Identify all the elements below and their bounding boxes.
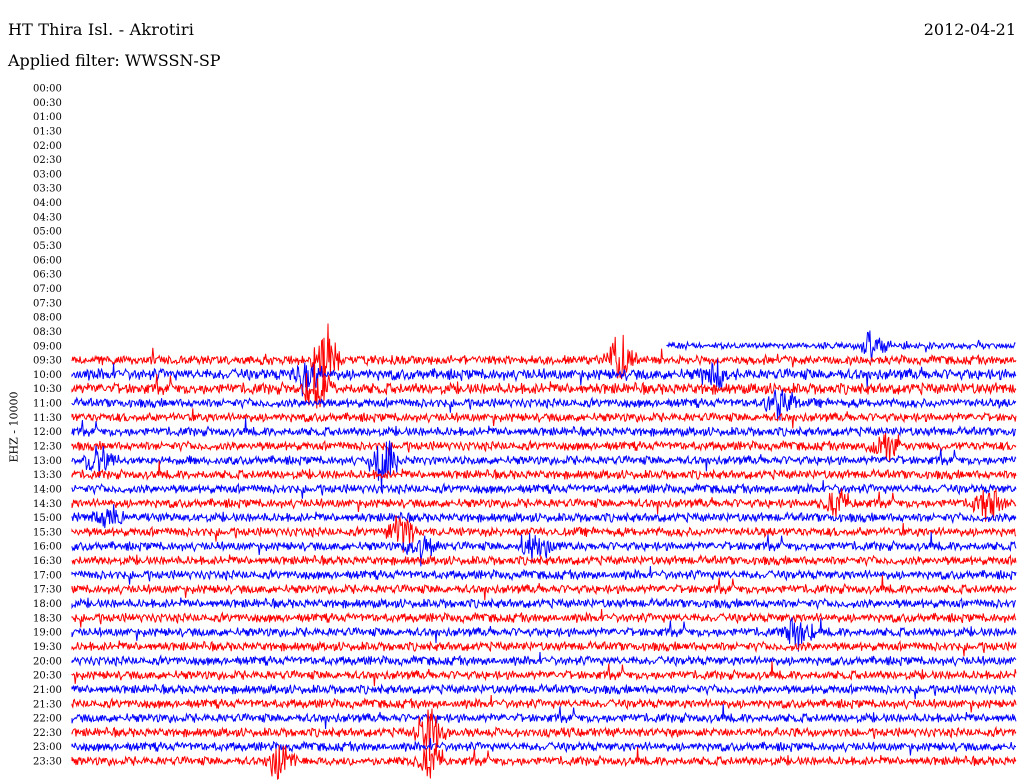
row-time-label: 09:00	[33, 341, 62, 352]
row-time-label: 18:00	[33, 599, 62, 610]
seismic-trace-1130	[71, 408, 1017, 429]
row-time-label: 05:30	[33, 241, 62, 252]
row-time-label: 13:30	[33, 470, 62, 481]
row-time-label: 14:30	[33, 499, 62, 510]
row-time-label: 23:30	[33, 757, 62, 768]
seismic-trace-2030	[71, 661, 1017, 687]
row-time-label: 03:30	[33, 184, 62, 195]
row-time-label: 07:30	[33, 298, 62, 309]
row-time-label: 08:30	[33, 327, 62, 338]
seismic-trace-0930	[71, 323, 1017, 392]
row-time-label: 14:00	[33, 484, 62, 495]
seismic-trace-2130	[71, 694, 1017, 713]
row-time-label: 01:30	[33, 126, 62, 137]
row-time-label: 10:30	[33, 384, 62, 395]
seismic-trace-0900	[666, 330, 1016, 362]
row-time-label: 23:00	[33, 742, 62, 753]
seismic-trace-1700	[71, 566, 1017, 585]
row-time-label: 17:30	[33, 585, 62, 596]
row-time-label: 18:30	[33, 613, 62, 624]
row-time-label: 19:30	[33, 642, 62, 653]
row-time-label: 16:30	[33, 556, 62, 567]
row-time-label: 06:00	[33, 255, 62, 266]
row-time-label: 19:00	[33, 628, 62, 639]
row-time-label: 05:00	[33, 227, 62, 238]
row-time-label: 06:30	[33, 270, 62, 281]
row-time-label: 04:30	[33, 212, 62, 223]
row-time-label: 15:00	[33, 513, 62, 524]
row-time-label: 03:00	[33, 169, 62, 180]
row-time-label: 12:30	[33, 442, 62, 453]
row-time-label: 00:30	[33, 98, 62, 109]
row-time-label: 16:00	[33, 542, 62, 553]
seismic-trace-1330	[71, 460, 1017, 481]
row-time-label: 20:30	[33, 671, 62, 682]
seismic-trace-2100	[71, 682, 1017, 700]
seismic-trace-2000	[71, 651, 1017, 668]
seismic-trace-1930	[71, 639, 1017, 657]
row-time-label: 17:00	[33, 570, 62, 581]
row-time-label: 04:00	[33, 198, 62, 209]
seismic-trace-1830	[71, 609, 1017, 628]
row-time-label: 11:00	[33, 399, 62, 410]
row-time-label: 21:30	[33, 699, 62, 710]
row-time-label: 11:30	[33, 413, 62, 424]
row-time-label: 02:00	[33, 141, 62, 152]
row-time-label: 08:00	[33, 313, 62, 324]
row-time-label: 09:30	[33, 356, 62, 367]
seismic-trace-1500	[71, 504, 1017, 529]
seismic-trace-1630	[71, 553, 1017, 568]
seismic-trace-1400	[71, 480, 1017, 499]
seismic-trace-2200	[71, 704, 1017, 730]
row-time-label: 20:00	[33, 656, 62, 667]
row-time-label: 10:00	[33, 370, 62, 381]
row-time-label: 22:00	[33, 714, 62, 725]
seismic-trace-2300	[71, 737, 1017, 756]
seismic-trace-1030	[71, 349, 1017, 409]
row-time-label: 15:30	[33, 527, 62, 538]
row-time-label: 13:00	[33, 456, 62, 467]
row-time-label: 02:30	[33, 155, 62, 166]
row-time-label: 01:00	[33, 112, 62, 123]
row-time-label: 21:00	[33, 685, 62, 696]
seismic-trace-1730	[71, 575, 1017, 601]
seismogram-plot: 00:00 00:30 01:00 01:30 02:00 02:30 03:00 03:30…	[33, 84, 1017, 780]
row-time-label: 00:00	[33, 84, 62, 95]
row-time-label: 12:00	[33, 427, 62, 438]
row-time-label: 22:30	[33, 728, 62, 739]
row-time-label: 07:00	[33, 284, 62, 295]
seismic-trace-1800	[71, 596, 1017, 611]
